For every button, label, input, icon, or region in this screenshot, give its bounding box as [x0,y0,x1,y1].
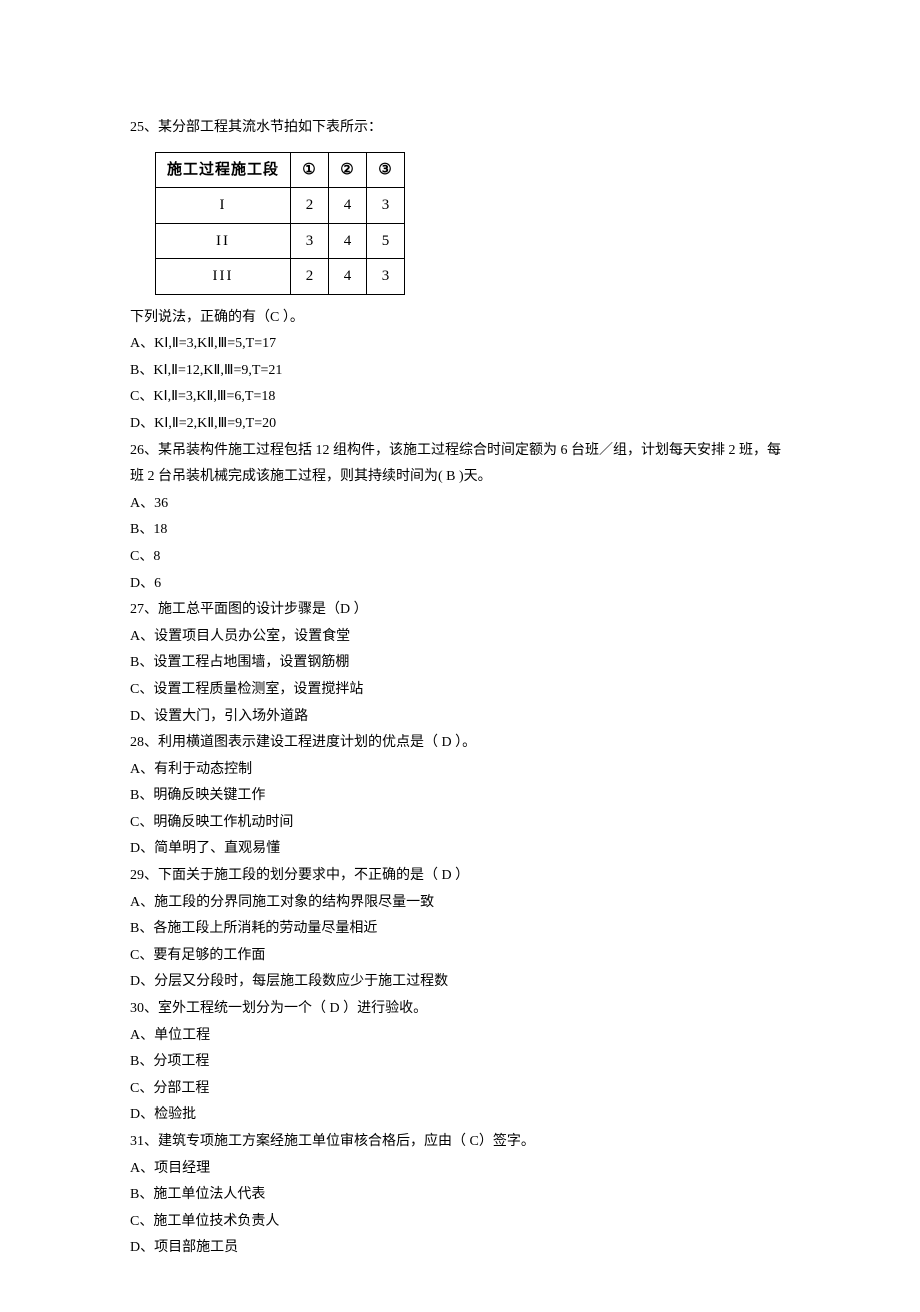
q31-opt-a: A、项目经理 [130,1156,790,1183]
table-header-col1: ① [291,152,329,188]
q30-stem: 30、室外工程统一划分为一个（ D ）进行验收。 [130,996,790,1023]
q27-opt-b: B、设置工程占地围墙，设置钢筋棚 [130,650,790,677]
q28-opt-c: C、明确反映工作机动时间 [130,810,790,837]
q29-opt-a: A、施工段的分界同施工对象的结构界限尽量一致 [130,890,790,917]
q28-opt-a: A、有利于动态控制 [130,757,790,784]
q25-opt-d: D、KⅠ,Ⅱ=2,KⅡ,Ⅲ=9,T=20 [130,411,790,438]
table-header-col2: ② [329,152,367,188]
table-row: II 3 4 5 [156,223,405,259]
q27-opt-d: D、设置大门，引入场外道路 [130,704,790,731]
table-header-process: 施工过程施工段 [156,152,291,188]
q25-stem: 25、某分部工程其流水节拍如下表所示： [130,115,790,142]
q29-opt-c: C、要有足够的工作面 [130,943,790,970]
q25-after: 下列说法，正确的有（C ）。 [130,305,790,332]
q25-opt-b: B、KⅠ,Ⅱ=12,KⅡ,Ⅲ=9,T=21 [130,358,790,385]
q29-opt-b: B、各施工段上所消耗的劳动量尽量相近 [130,916,790,943]
q30-opt-b: B、分项工程 [130,1049,790,1076]
q27-opt-c: C、设置工程质量检测室，设置搅拌站 [130,677,790,704]
q25-opt-a: A、KⅠ,Ⅱ=3,KⅡ,Ⅲ=5,T=17 [130,331,790,358]
q31-opt-d: D、项目部施工员 [130,1235,790,1262]
q26-opt-b: B、18 [130,517,790,544]
q30-opt-d: D、检验批 [130,1102,790,1129]
q26-opt-a: A、36 [130,491,790,518]
q31-stem: 31、建筑专项施工方案经施工单位审核合格后，应由（ C）签字。 [130,1129,790,1156]
q31-opt-c: C、施工单位技术负责人 [130,1209,790,1236]
q31-opt-b: B、施工单位法人代表 [130,1182,790,1209]
q29-opt-d: D、分层又分段时，每层施工段数应少于施工过程数 [130,969,790,996]
q25-opt-c: C、KⅠ,Ⅱ=3,KⅡ,Ⅲ=6,T=18 [130,384,790,411]
table-row: III 2 4 3 [156,259,405,295]
q26-opt-c: C、8 [130,544,790,571]
q29-stem: 29、下面关于施工段的划分要求中，不正确的是（ D ） [130,863,790,890]
q27-opt-a: A、设置项目人员办公室，设置食堂 [130,624,790,651]
q28-opt-d: D、简单明了、直观易懂 [130,836,790,863]
q30-opt-c: C、分部工程 [130,1076,790,1103]
q28-stem: 28、利用横道图表示建设工程进度计划的优点是（ D ）。 [130,730,790,757]
q30-opt-a: A、单位工程 [130,1023,790,1050]
q26-opt-d: D、6 [130,571,790,598]
table-row: I 2 4 3 [156,188,405,224]
q28-opt-b: B、明确反映关键工作 [130,783,790,810]
q26-stem2: 班 2 台吊装机械完成该施工过程，则其持续时间为( B )天。 [130,464,790,491]
q25-table: 施工过程施工段 ① ② ③ I 2 4 3 II 3 4 5 III 2 4 3 [155,152,790,295]
q27-stem: 27、施工总平面图的设计步骤是（D ） [130,597,790,624]
table-header-col3: ③ [367,152,405,188]
q26-stem: 26、某吊装构件施工过程包括 12 组构件，该施工过程综合时间定额为 6 台班／… [130,438,790,465]
